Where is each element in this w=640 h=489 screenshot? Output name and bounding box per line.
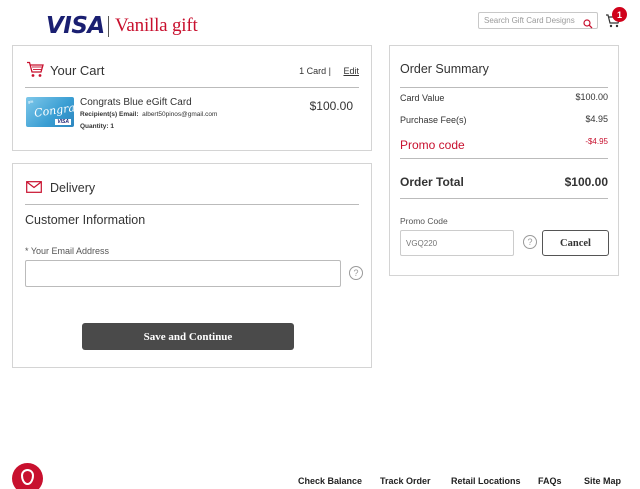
footer-link-retail-locations[interactable]: Retail Locations [451,476,521,486]
cart-count: 1 Card | [299,66,331,76]
order-total-value: $100.00 [564,175,608,189]
save-and-continue-button[interactable]: Save and Continue [82,323,294,350]
card-value-label: Card Value [400,93,445,103]
promo-code-label: Promo code [400,138,465,152]
email-help-icon[interactable]: ? [349,266,363,280]
search-bar[interactable] [478,12,598,29]
cart-panel: Your Cart 1 Card | Edit gift Congrats! V… [12,45,372,151]
visa-logo[interactable]: VISA [46,13,105,39]
thumbnail-visa-mark: VISA [55,119,71,125]
vanilla-gift-logo[interactable]: Vanilla gift [115,15,198,37]
order-summary-title: Order Summary [400,62,489,76]
recipient-label: Recipient(s) Email: [80,111,139,118]
footer-logo-icon[interactable] [12,463,43,489]
gift-card-thumbnail: gift Congrats! VISA [26,97,74,127]
envelope-icon [26,180,42,198]
logo-divider [108,16,109,37]
cart-count-badge[interactable]: 1 [612,7,627,22]
quantity: Quantity: 1 [80,123,114,130]
cart-title: Your Cart [50,63,105,78]
edit-cart-link[interactable]: Edit [343,66,359,76]
divider [400,87,608,88]
divider [400,158,608,159]
footer-link-check-balance[interactable]: Check Balance [298,476,362,486]
divider [25,204,359,205]
customer-information-heading: Customer Information [25,213,146,227]
footer-link-faqs[interactable]: FAQs [538,476,562,486]
divider [400,198,608,199]
shopping-cart-icon [26,61,44,83]
card-price: $100.00 [309,99,353,113]
divider [25,87,359,88]
footer-link-site-map[interactable]: Site Map [584,476,621,486]
delivery-title: Delivery [50,181,96,195]
promo-help-icon[interactable]: ? [523,235,537,249]
order-summary-panel: Order Summary Card Value $100.00 Purchas… [389,45,619,276]
promo-discount-value: -$4.95 [585,137,608,146]
email-label: * Your Email Address [25,246,110,256]
card-value: $100.00 [575,92,608,102]
order-total-label: Order Total [400,175,464,189]
recipient-email: albert50pinos@gmail.com [142,111,218,118]
promo-code-input[interactable] [400,230,514,256]
cancel-promo-button[interactable]: Cancel [542,230,609,256]
thumbnail-brand: gift [28,99,34,104]
thumbnail-script: Congrats! [33,99,74,120]
delivery-panel: Delivery Customer Information * Your Ema… [12,163,372,368]
search-icon[interactable] [583,16,593,34]
footer-link-track-order[interactable]: Track Order [380,476,431,486]
email-field[interactable] [25,260,341,287]
purchase-fee-value: $4.95 [585,114,608,124]
recipient-line: Recipient(s) Email: albert50pinos@gmail.… [80,111,217,118]
promo-code-field-label: Promo Code [400,216,448,226]
card-name: Congrats Blue eGift Card [80,97,192,108]
search-input[interactable] [484,16,576,25]
purchase-fee-label: Purchase Fee(s) [400,115,467,125]
